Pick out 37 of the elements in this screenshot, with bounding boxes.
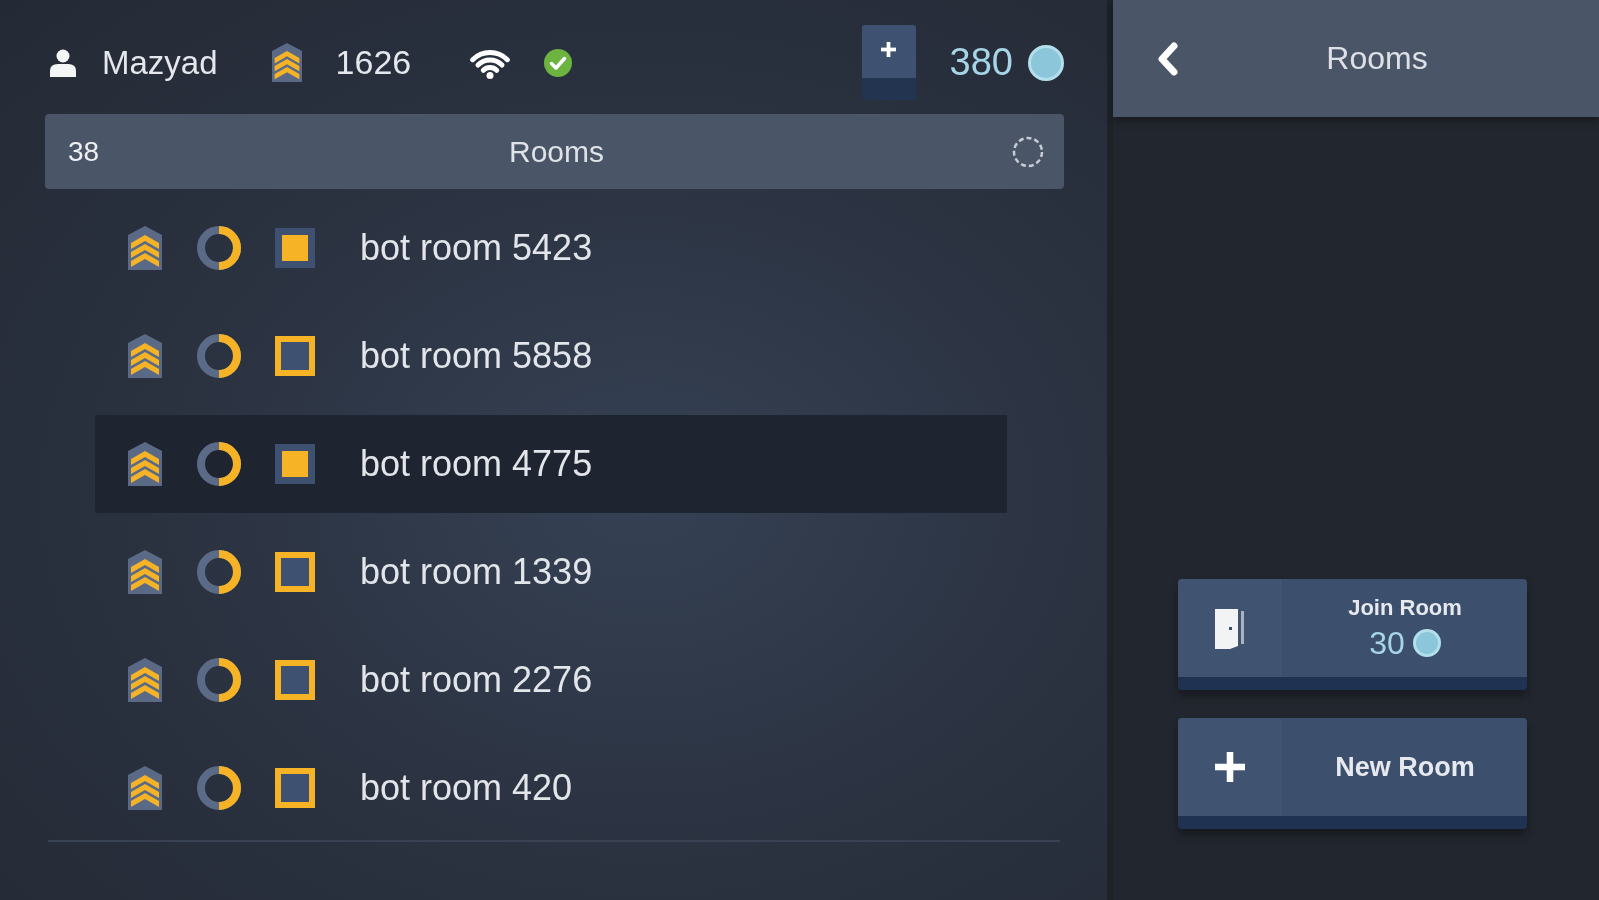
cost-label: 30 <box>1369 624 1405 662</box>
room-row[interactable]: bot room 4775 <box>95 415 1007 513</box>
rank-chevron-icon <box>128 658 162 702</box>
room-row[interactable]: bot room 5858 <box>95 307 1007 405</box>
rank-chevron-icon <box>128 442 162 486</box>
plus-icon <box>881 42 897 57</box>
coin-icon <box>1412 629 1441 657</box>
room-row[interactable]: bot room 5423 <box>95 199 1007 297</box>
rank-chevron-icon <box>128 334 162 378</box>
spinner-icon <box>1011 134 1045 169</box>
rank-chevron-icon <box>128 550 162 594</box>
coin-balance: 380 <box>949 41 1013 84</box>
room-name: bot room 420 <box>360 767 573 809</box>
room-name: bot room 2276 <box>360 659 593 701</box>
new-room-button[interactable]: New Room <box>1178 718 1527 829</box>
room-name: bot room 5858 <box>360 335 593 377</box>
room-row[interactable]: bot room 1339 <box>95 523 1007 621</box>
add-coins-button[interactable] <box>861 25 916 100</box>
room-name: bot room 4775 <box>360 443 593 485</box>
rank-chevron-icon <box>128 766 162 810</box>
room-name: bot room 5423 <box>360 227 593 269</box>
username: Mazyad <box>102 43 218 82</box>
user-icon <box>50 48 76 77</box>
rank-points: 1626 <box>335 43 412 82</box>
plus-icon <box>1215 752 1245 782</box>
rank-chevron-icon <box>271 43 302 82</box>
room-count: 38 <box>68 135 100 168</box>
room-row[interactable]: bot room 2276 <box>95 631 1007 729</box>
room-name: bot room 1339 <box>360 551 593 593</box>
panel-title: Rooms <box>1326 40 1428 77</box>
list-title: Rooms <box>509 134 604 169</box>
back-button[interactable] <box>1155 40 1180 77</box>
join-room-button[interactable]: Join Room 30 <box>1178 579 1527 690</box>
coin-icon <box>1028 44 1064 81</box>
chevron-left-icon <box>1155 40 1180 77</box>
room-row[interactable]: bot room 420 <box>95 739 1007 837</box>
rank-chevron-icon <box>128 226 162 270</box>
